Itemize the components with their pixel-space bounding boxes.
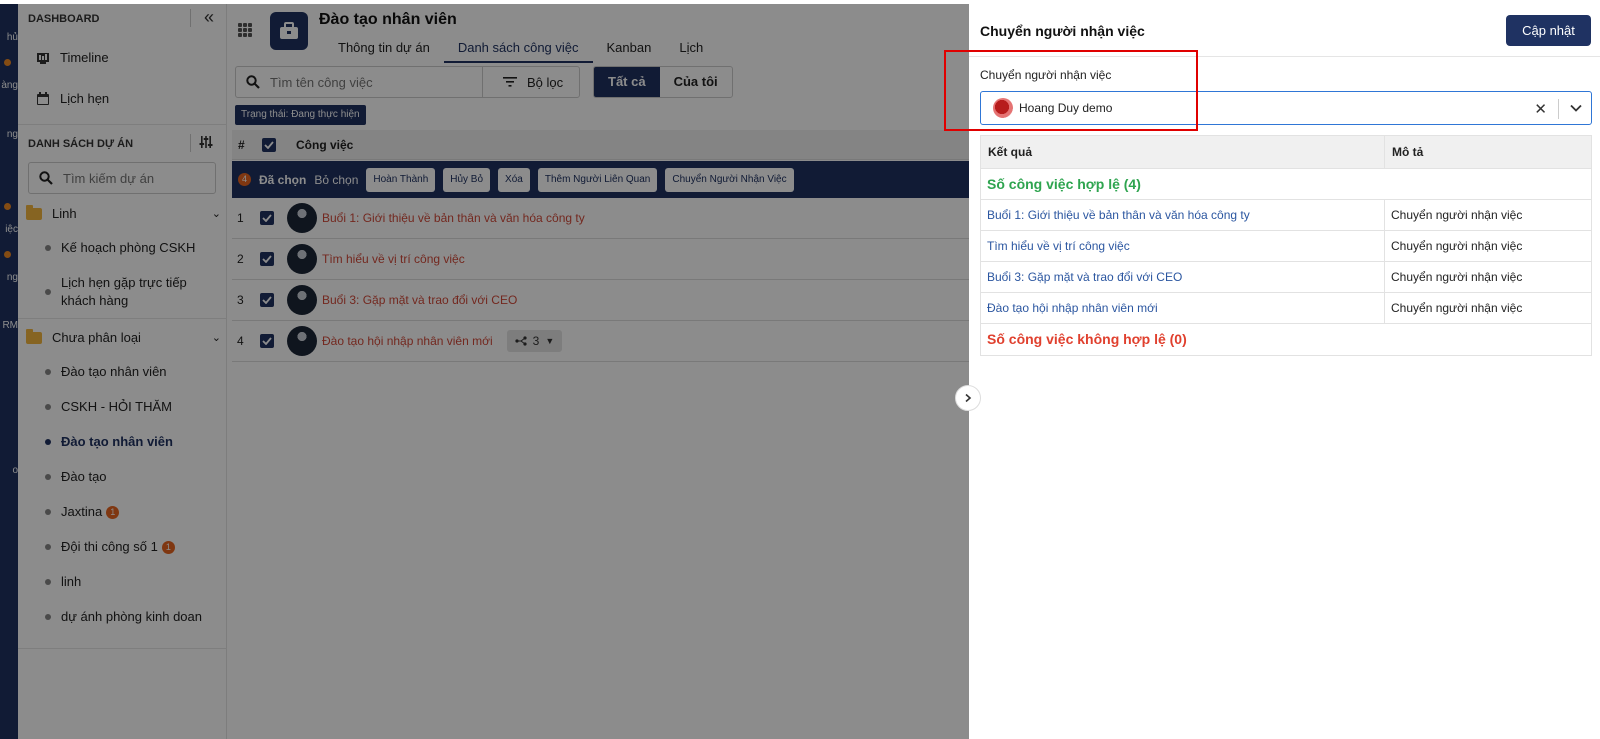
update-button[interactable]: Cập nhật	[1506, 15, 1591, 46]
drawer-title: Chuyển người nhận việc	[980, 23, 1145, 39]
result-desc: Chuyển người nhận việc	[1391, 301, 1523, 315]
result-task: Đào tạo hội nhập nhân viên mới	[981, 293, 1385, 323]
result-desc: Chuyển người nhận việc	[1391, 208, 1523, 222]
col-description: Mô tả	[1392, 145, 1424, 159]
table-row: Tìm hiểu về vị trí công việc Chuyển ngườ…	[981, 231, 1591, 262]
result-table: Kết quả Mô tả Số công việc hợp lệ (4) Bu…	[980, 135, 1592, 356]
col-result: Kết quả	[981, 136, 1385, 168]
chevron-down-icon[interactable]	[1569, 101, 1583, 115]
result-desc: Chuyển người nhận việc	[1391, 239, 1523, 253]
divider	[1558, 99, 1559, 119]
result-table-header: Kết quả Mô tả	[981, 136, 1591, 169]
result-desc: Chuyển người nhận việc	[1391, 270, 1523, 284]
highlight-box	[944, 50, 1198, 131]
result-task: Buổi 1: Giới thiệu về bản thân và văn hó…	[981, 200, 1385, 230]
valid-group-label: Số công việc hợp lệ (4)	[981, 169, 1591, 200]
result-task: Tìm hiểu về vị trí công việc	[981, 231, 1385, 261]
table-row: Buổi 1: Giới thiệu về bản thân và văn hó…	[981, 200, 1591, 231]
modal-backdrop[interactable]	[0, 0, 969, 739]
table-row: Đào tạo hội nhập nhân viên mới Chuyển ng…	[981, 293, 1591, 324]
clear-icon[interactable]: ✕	[1534, 100, 1547, 118]
drawer-toggle-button[interactable]	[955, 385, 981, 411]
chevron-right-icon	[965, 393, 972, 403]
table-row: Buổi 3: Gặp mặt và trao đổi với CEO Chuy…	[981, 262, 1591, 293]
invalid-group-label: Số công việc không hợp lệ (0)	[987, 331, 1187, 347]
result-task: Buổi 3: Gặp mặt và trao đổi với CEO	[981, 262, 1385, 292]
